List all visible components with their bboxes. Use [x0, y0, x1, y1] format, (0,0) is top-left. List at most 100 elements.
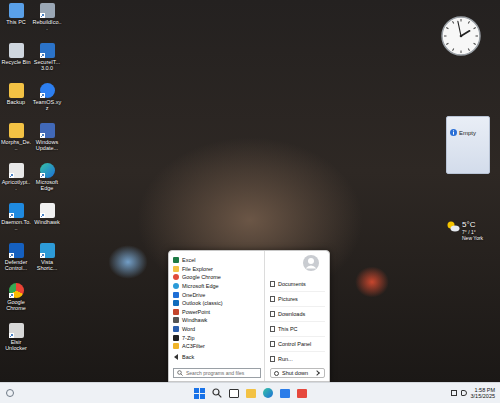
search-field[interactable]: Search programs and files [173, 368, 261, 378]
program-item[interactable]: PowerPoint [173, 308, 261, 317]
desktop-icon[interactable]: Google Chrome [1, 283, 31, 320]
program-icon [173, 309, 179, 315]
desktop-icon[interactable]: Windhawk [32, 203, 62, 240]
desktop-icon-label: Defender Control... [1, 259, 31, 271]
place-item[interactable]: Downloads [270, 306, 325, 321]
program-item[interactable]: AC3Filter [173, 342, 261, 351]
user-avatar-icon[interactable] [303, 255, 319, 271]
app-icon [9, 243, 24, 258]
app-icon [40, 123, 55, 138]
desktop-icon-label: Microsoft Edge [32, 179, 62, 191]
task-view-button[interactable] [227, 385, 241, 401]
app-icon [40, 203, 55, 218]
desktop-icon-label: Windows Update... [32, 139, 62, 151]
desktop-icon-label: Backup [1, 99, 31, 105]
clock-gadget[interactable] [440, 15, 482, 57]
program-item[interactable]: Outlook (classic) [173, 299, 261, 308]
desktop-icon-label: Windhawk [32, 219, 62, 225]
desktop-icon[interactable]: Backup [1, 83, 31, 120]
desktop-icon[interactable]: This PC [1, 3, 31, 40]
desktop-icon-label: Elsir Unlocker [1, 339, 31, 351]
desktop-icon-label: Apricotlypt... [1, 179, 31, 191]
file-explorer-button[interactable] [244, 385, 258, 401]
app-icon [9, 283, 24, 298]
program-icon [173, 335, 179, 341]
shortcut-arrow-icon [40, 13, 45, 18]
taskbar-clock[interactable]: 1:58 PM3/15/2025 [471, 387, 495, 400]
search-button[interactable] [210, 385, 224, 401]
edge-icon [263, 388, 273, 398]
desktop-icon[interactable]: SecureIT... 3.0.0 [32, 43, 62, 80]
programs-pane: ExcelFile ExplorerGoogle ChromeMicrosoft… [169, 251, 265, 381]
place-item[interactable]: This PC [270, 321, 325, 336]
app-icon [9, 163, 24, 178]
desktop-icon[interactable]: Defender Control... [1, 243, 31, 280]
volume-icon[interactable] [461, 390, 467, 396]
widgets-icon[interactable] [6, 389, 14, 397]
notes-gadget[interactable]: Empty [446, 116, 490, 174]
desktop-icon[interactable]: Apricotlypt... [1, 163, 31, 200]
desktop-icon[interactable]: Daemon.To... [1, 203, 31, 240]
edge-button[interactable] [261, 385, 275, 401]
place-item[interactable]: Documents [270, 277, 325, 291]
desktop-icon[interactable]: Microsoft Edge [32, 163, 62, 200]
icon-column: RebuildIco...SecureIT... 3.0.0TeamOS.xyz… [32, 3, 62, 360]
desktop-icon-label: Google Chrome [1, 299, 31, 311]
place-icon [270, 311, 275, 317]
weather-gadget[interactable]: 5°C7° / 1°New York [446, 220, 483, 241]
app-icon [9, 323, 24, 338]
app-icon [297, 389, 307, 398]
chevron-icon [314, 370, 320, 376]
program-item[interactable]: Microsoft Edge [173, 282, 261, 291]
back-button[interactable]: Back [173, 353, 261, 362]
app-icon [40, 3, 55, 18]
store-button[interactable] [278, 385, 292, 401]
program-icon [173, 292, 179, 298]
app-button[interactable] [295, 385, 309, 401]
place-icon [270, 341, 275, 347]
info-icon [450, 129, 457, 136]
taskbar: 1:58 PM3/15/2025 [0, 382, 500, 403]
desktop-icon[interactable]: Morphs_De... [1, 123, 31, 160]
program-icon [173, 343, 179, 349]
program-icon [173, 283, 179, 289]
app-icon [40, 243, 55, 258]
desktop-icon[interactable]: RebuildIco... [32, 3, 62, 40]
folder-icon [246, 389, 256, 398]
program-item[interactable]: Word [173, 325, 261, 334]
desktop-icon[interactable]: Elsir Unlocker [1, 323, 31, 360]
program-icon [173, 257, 179, 263]
windows-logo-icon [194, 388, 205, 399]
desktop-icon-label: Morphs_De... [1, 139, 31, 151]
program-icon [173, 317, 179, 323]
place-item[interactable]: Pictures [270, 291, 325, 306]
program-item[interactable]: OneDrive [173, 290, 261, 299]
shortcut-arrow-icon [40, 213, 45, 218]
desktop-icon[interactable]: Recycle Bin [1, 43, 31, 80]
shutdown-button[interactable]: Shut down [270, 368, 325, 378]
place-item[interactable]: Run... [270, 351, 325, 366]
program-item[interactable]: Excel [173, 256, 261, 265]
place-item[interactable]: Control Panel [270, 336, 325, 351]
app-icon [9, 83, 24, 98]
desktop-icon[interactable]: Windows Update... [32, 123, 62, 160]
weather-temperature: 5°C [462, 220, 483, 229]
program-item[interactable]: Google Chrome [173, 273, 261, 282]
desktop-icon[interactable]: TeamOS.xyz [32, 83, 62, 120]
app-icon [9, 43, 24, 58]
network-icon[interactable] [451, 390, 457, 396]
task-view-icon [229, 389, 239, 398]
program-item[interactable]: 7-Zip [173, 333, 261, 342]
start-button[interactable] [193, 385, 207, 401]
program-icon [173, 274, 179, 280]
desktop: This PCRecycle BinBackupMorphs_De...Apri… [0, 0, 500, 382]
program-item[interactable]: File Explorer [173, 265, 261, 274]
program-item[interactable]: Windhawk [173, 316, 261, 325]
places-pane: DocumentsPicturesDownloadsThis PCControl… [265, 251, 329, 381]
app-icon [9, 203, 24, 218]
search-icon [212, 388, 222, 398]
program-icon [173, 300, 179, 306]
shortcut-arrow-icon [9, 213, 14, 218]
desktop-icon[interactable]: Vista Shortc... [32, 243, 62, 280]
app-icon [40, 83, 55, 98]
